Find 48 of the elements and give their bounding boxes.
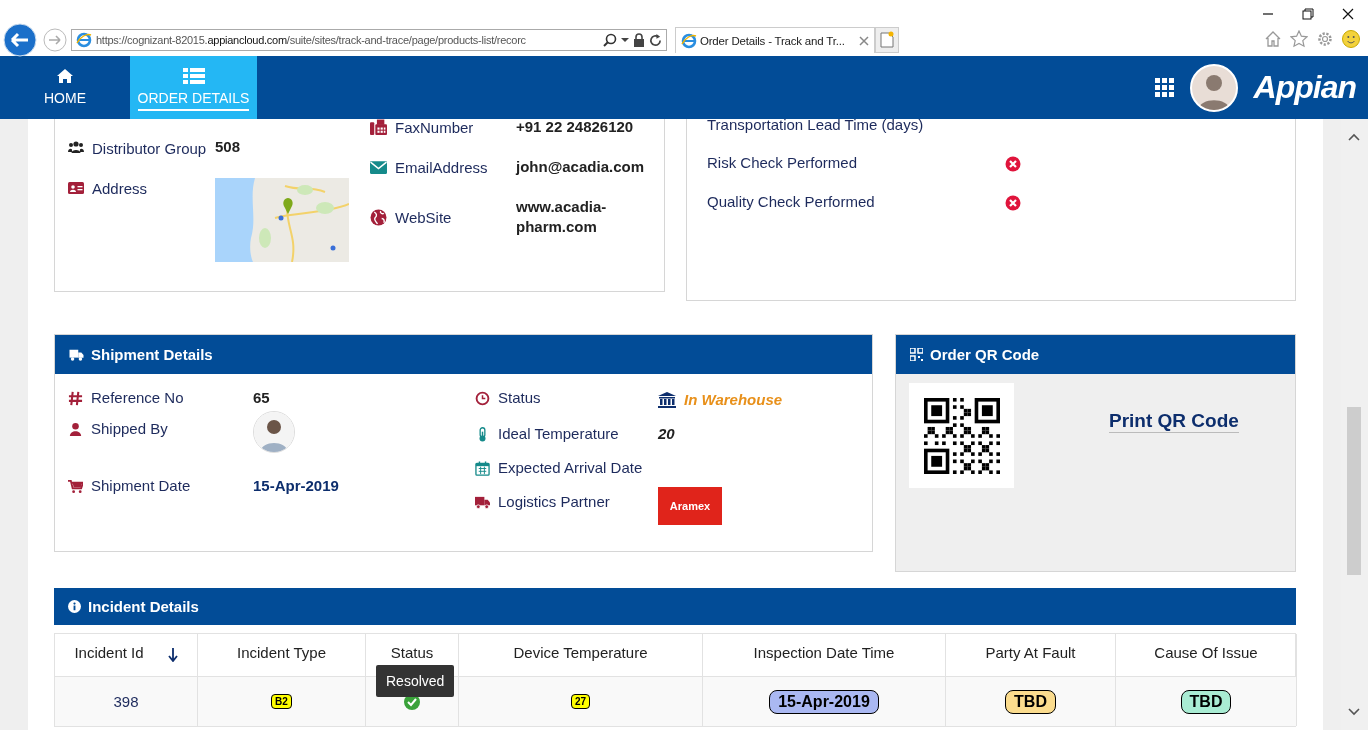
field-value: john@acadia.com (516, 157, 645, 177)
field-value: +91 22 24826120 (516, 119, 635, 137)
column-header[interactable]: Device Temperature (513, 643, 648, 661)
field-value: 508 (215, 138, 241, 157)
column-header[interactable]: Status (390, 643, 434, 661)
tag: TBD (1180, 689, 1232, 714)
field-label: Reference No (91, 389, 184, 406)
incident-link[interactable]: 398 (113, 693, 139, 710)
field-label: Quality Check Performed (707, 192, 876, 210)
field-value: 65 (253, 389, 270, 406)
nav-tab[interactable]: HOME (0, 56, 130, 119)
column-header[interactable]: Incident Type (237, 643, 326, 661)
field-label: Address (92, 180, 148, 197)
tab-title: Order Details - Track and Tr... (700, 34, 846, 47)
tooltip: Resolved (376, 665, 455, 697)
field-label: Distributor Group (92, 140, 207, 157)
field-value: 15-Apr-2019 (253, 477, 339, 494)
tag: B2 (271, 694, 292, 709)
field-label: Shipped By (91, 420, 168, 437)
brand-logo: Appian (1253, 69, 1356, 106)
field-label: Expected Arrival Date (498, 459, 643, 476)
print-link[interactable]: Print QR Code (1109, 410, 1239, 433)
tag: TBD (1005, 689, 1056, 714)
field-label: Ideal Temperature (498, 425, 619, 442)
field-label: EmailAddress (395, 158, 488, 176)
field-label: FaxNumber (395, 119, 474, 136)
address-bar[interactable]: https://cognizant-82015.appiancloud.com/suite/sites/track-and-trace/page/products-list/recorc (71, 29, 667, 51)
field-value: www.acadia-pharm.com (516, 197, 608, 237)
field-label: Shipment Date (91, 477, 191, 494)
column-header[interactable]: Cause Of Issue (1154, 643, 1258, 661)
card-title: Order QR Code (930, 346, 1040, 363)
field-label: Status (498, 389, 541, 406)
field-label: WebSite (395, 208, 452, 226)
card-title: Shipment Details (91, 346, 213, 363)
url-text: https://cognizant-82015.appiancloud.com/suite/sites/track-and-trace/page/products-list/recorc (96, 34, 527, 46)
card-title: Incident Details (88, 598, 199, 615)
column-header[interactable]: Party At Fault (985, 643, 1076, 661)
field-label: Risk Check Performed (707, 153, 859, 171)
column-header[interactable]: Inspection Date Time (753, 643, 895, 661)
column-header[interactable]: Incident Id (74, 643, 144, 661)
tag: 15-Apr-2019 (769, 689, 879, 714)
browser-tab[interactable]: Order Details - Track and Tr... (675, 27, 875, 53)
field-value: 20 (658, 425, 675, 442)
field-label: Transportation Lead Time (days) (707, 119, 925, 133)
partner-logo: Aramex (658, 487, 722, 525)
tag: 27 (570, 694, 591, 709)
status-text: In Warehouse (684, 391, 783, 408)
field-label: Logistics Partner (498, 493, 610, 510)
